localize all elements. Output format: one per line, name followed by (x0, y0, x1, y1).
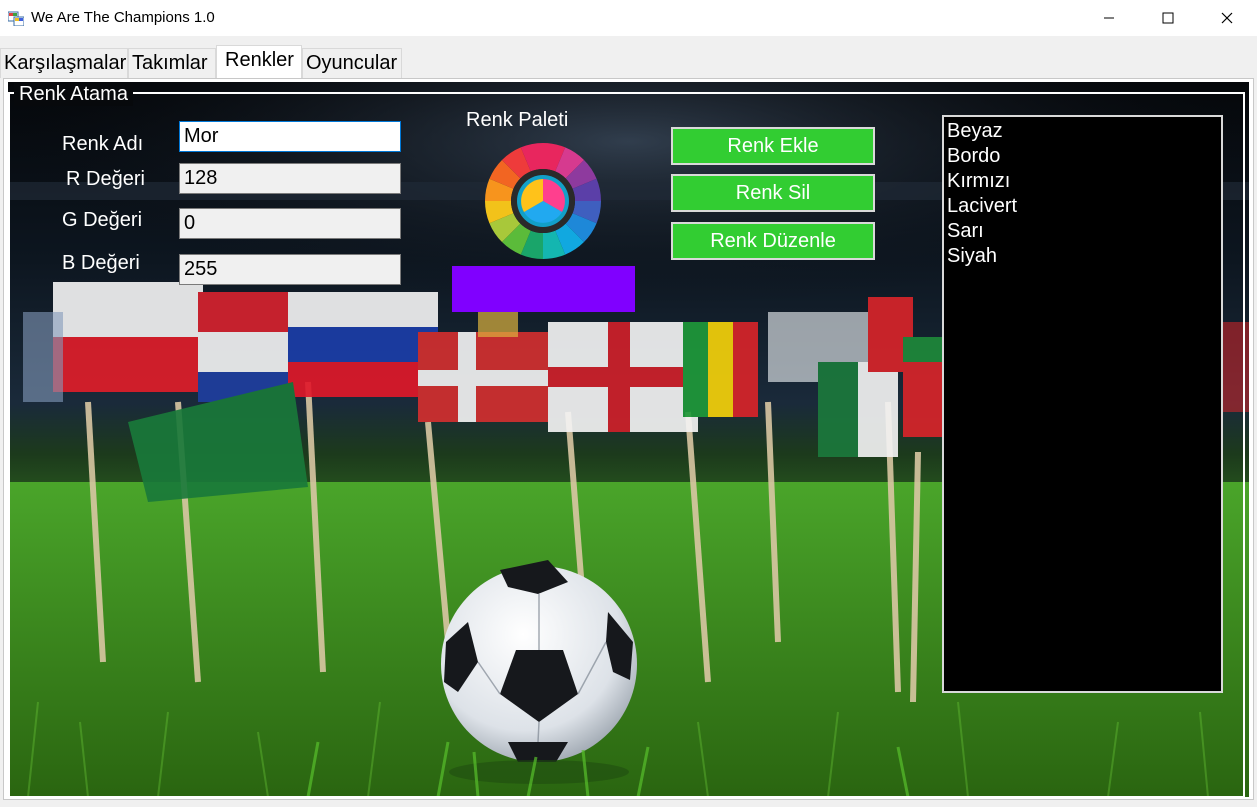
close-button[interactable] (1198, 0, 1256, 36)
list-item[interactable]: Beyaz (947, 119, 1218, 144)
maximize-button[interactable] (1139, 0, 1197, 36)
list-item[interactable]: Lacivert (947, 194, 1218, 219)
renk-duzenle-button[interactable]: Renk Düzenle (671, 222, 875, 260)
color-wheel-icon[interactable] (483, 141, 603, 261)
renk-paleti-label: Renk Paleti (466, 109, 569, 131)
minimize-icon (1104, 17, 1114, 19)
color-listbox[interactable]: Beyaz Bordo Kırmızı Lacivert Sarı Siyah (942, 115, 1223, 693)
app-icon (8, 11, 24, 26)
list-item[interactable]: Sarı (947, 219, 1218, 244)
list-item[interactable]: Bordo (947, 144, 1218, 169)
b-degeri-label: B Değeri (62, 252, 140, 274)
group-border-right (1243, 92, 1245, 798)
tab-strip: Karşılaşmalar Takımlar Renkler Oyuncular (0, 36, 1257, 80)
list-item[interactable]: Siyah (947, 244, 1218, 269)
r-value-input[interactable] (179, 163, 401, 194)
color-preview-swatch (452, 266, 635, 312)
tab-karsilasmalar[interactable]: Karşılaşmalar (0, 48, 128, 78)
maximize-icon (1162, 12, 1174, 24)
tab-takimlar[interactable]: Takımlar (128, 48, 216, 78)
renk-adi-label: Renk Adı (62, 133, 144, 155)
r-degeri-label: R Değeri (66, 168, 145, 190)
renk-adi-input[interactable] (179, 121, 401, 152)
window-bottom-edge (0, 800, 1257, 807)
window-title: We Are The Champions 1.0 (31, 9, 215, 26)
group-border-top (8, 92, 1244, 94)
g-value-input[interactable] (179, 208, 401, 239)
list-item[interactable]: Kırmızı (947, 169, 1218, 194)
group-title: Renk Atama (14, 83, 133, 106)
g-degeri-label: G Değeri (62, 209, 143, 231)
minimize-button[interactable] (1080, 0, 1138, 36)
tab-renkler[interactable]: Renkler (216, 45, 302, 78)
group-border-bottom (8, 796, 1245, 798)
group-border-left (8, 92, 10, 798)
tab-oyuncular[interactable]: Oyuncular (302, 48, 402, 78)
b-value-input[interactable] (179, 254, 401, 285)
close-icon (1221, 12, 1233, 24)
renk-ekle-button[interactable]: Renk Ekle (671, 127, 875, 165)
title-bar: We Are The Champions 1.0 (0, 0, 1257, 36)
renk-sil-button[interactable]: Renk Sil (671, 174, 875, 212)
